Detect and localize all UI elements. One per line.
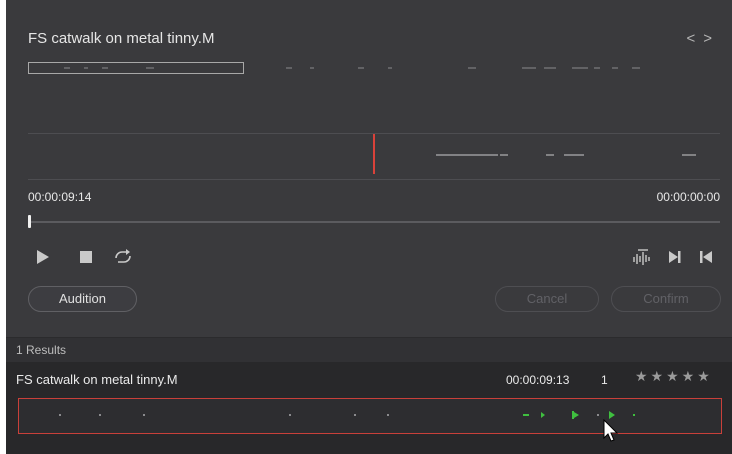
stop-button[interactable] xyxy=(80,251,92,263)
results-count: 1 Results xyxy=(6,337,732,362)
waveform-mix-icon xyxy=(633,249,650,265)
audition-panel: FS catwalk on metal tinny.M <> 00:00:09:… xyxy=(6,0,732,454)
nav-next-button[interactable]: > xyxy=(703,30,720,47)
confirm-button[interactable]: Confirm xyxy=(611,286,721,312)
next-frame-button[interactable] xyxy=(668,250,682,269)
clip-title: FS catwalk on metal tinny.M xyxy=(28,30,215,47)
current-timecode: 00:00:09:14 xyxy=(28,190,92,204)
play-icon xyxy=(37,250,49,264)
result-clip-count: 1 xyxy=(601,373,608,387)
pointer-cursor-icon xyxy=(603,418,619,448)
waveform-mix-button[interactable] xyxy=(632,248,652,271)
nav-previous-button[interactable]: < xyxy=(686,30,703,47)
overview-waveform xyxy=(64,67,640,69)
cancel-button[interactable]: Cancel xyxy=(495,286,599,312)
end-timecode: 00:00:00:00 xyxy=(656,190,720,204)
playhead[interactable] xyxy=(373,134,375,174)
clip-nav: <> xyxy=(686,30,720,47)
scrub-handle[interactable] xyxy=(28,215,31,228)
loop-icon xyxy=(115,249,131,263)
scrub-bar[interactable] xyxy=(28,221,720,223)
rating-stars[interactable]: ★★★★★ xyxy=(635,368,713,385)
loop-button[interactable] xyxy=(112,248,134,271)
next-frame-icon xyxy=(669,251,681,263)
result-clip-name: FS catwalk on metal tinny.M xyxy=(16,372,178,387)
audition-button[interactable]: Audition xyxy=(28,286,137,312)
result-duration: 00:00:09:13 xyxy=(506,373,570,387)
previous-frame-button[interactable] xyxy=(699,250,713,269)
overview-strip[interactable] xyxy=(28,62,720,76)
play-button[interactable] xyxy=(36,250,50,264)
previous-frame-icon xyxy=(700,251,712,263)
waveform-view[interactable] xyxy=(28,100,720,180)
result-list-item[interactable]: FS catwalk on metal tinny.M 00:00:09:13 … xyxy=(6,362,732,454)
